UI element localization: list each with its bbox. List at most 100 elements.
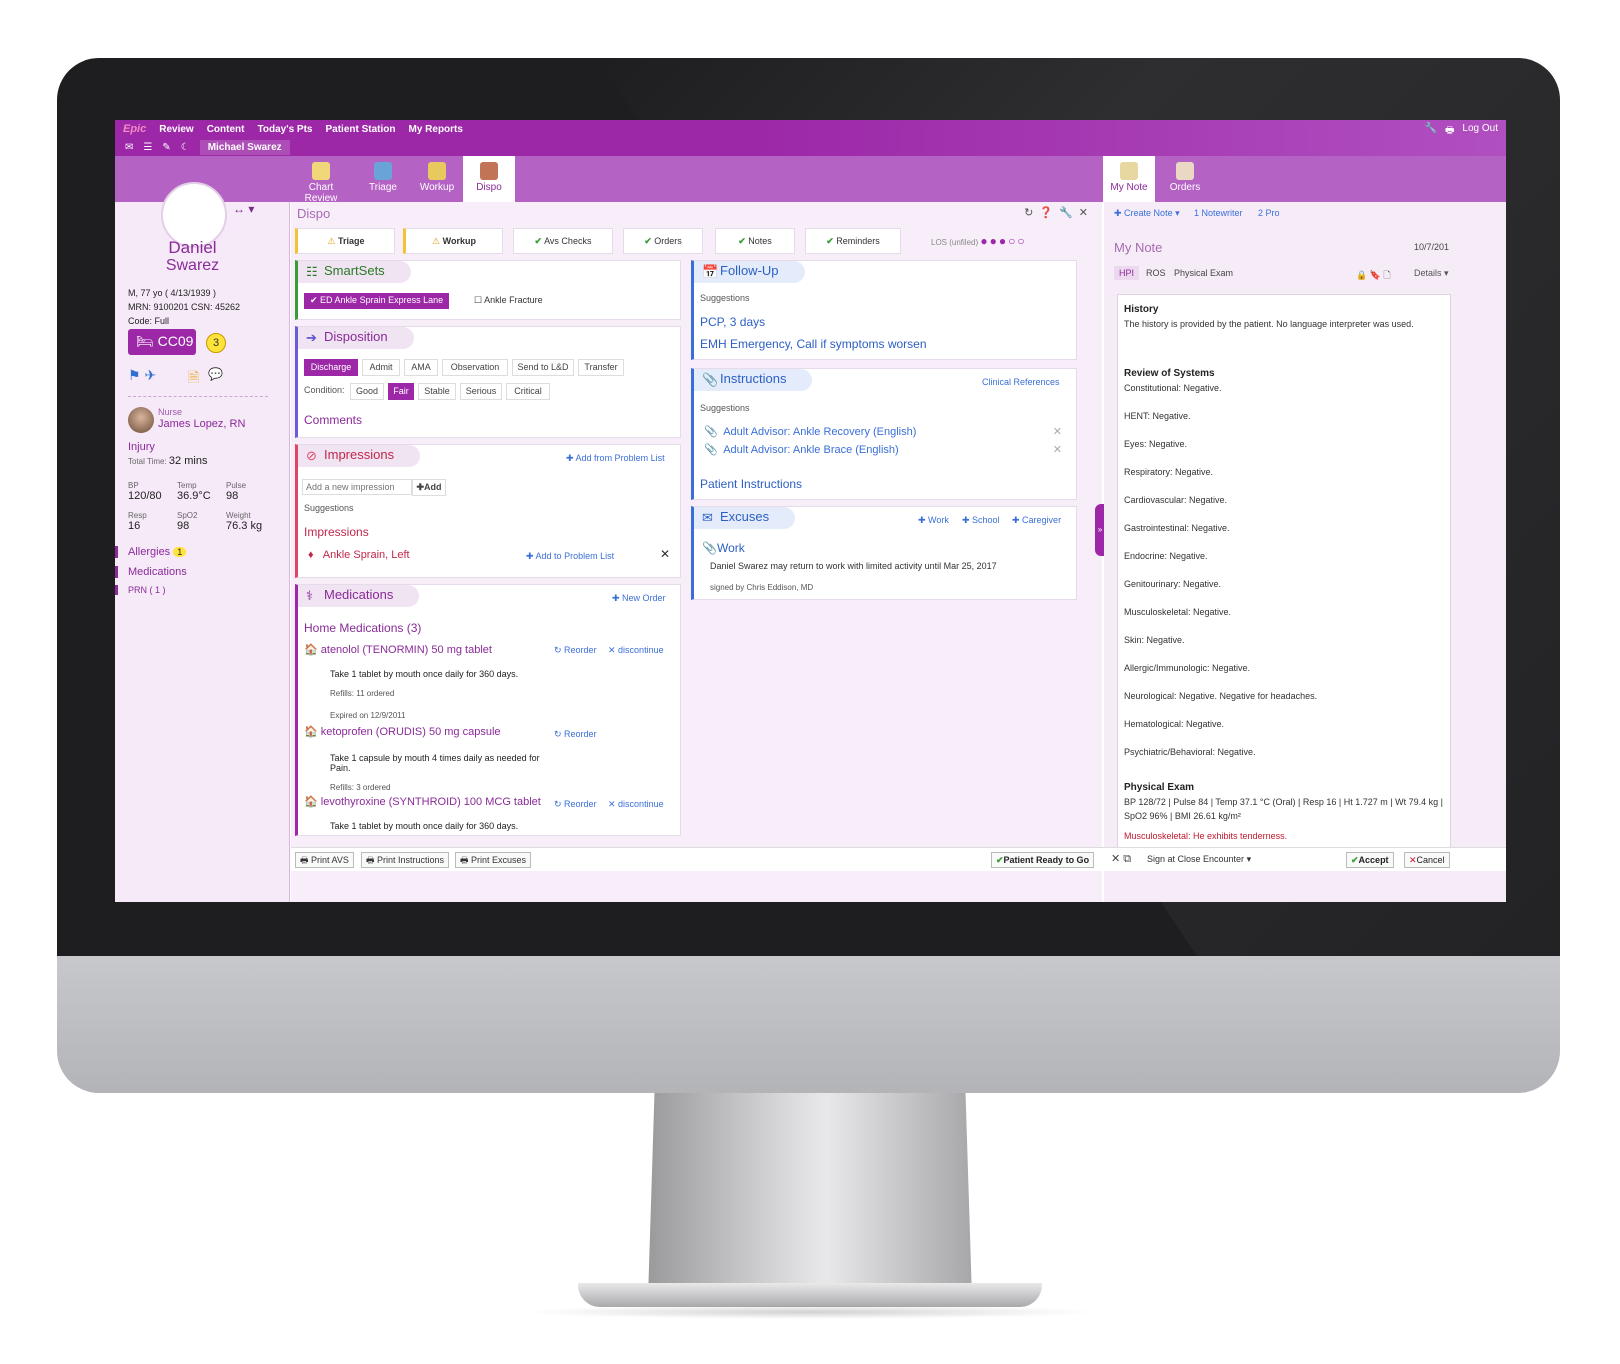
add-caregiver-excuse[interactable]: ✚ Caregiver xyxy=(1012,515,1061,526)
check-workup[interactable]: ⚠ Workup xyxy=(403,228,503,254)
pro-link[interactable]: 2 Pro xyxy=(1258,208,1280,218)
add-to-problem-list[interactable]: ✚ Add to Problem List xyxy=(526,551,614,562)
discontinue-atenolol[interactable]: ✕ discontinue xyxy=(608,645,664,656)
flags-icon[interactable]: ⚑ ✈ xyxy=(128,367,156,384)
epic-logo[interactable]: Epic xyxy=(123,123,146,135)
tab-workup[interactable]: Workup xyxy=(407,156,467,202)
list-icon[interactable]: ☰ xyxy=(143,142,152,153)
check-avs[interactable]: ✔ Avs Checks xyxy=(513,228,613,254)
menu-content[interactable]: Content xyxy=(207,124,245,135)
note-tab-physical-exam[interactable]: Physical Exam xyxy=(1174,268,1233,278)
impression-suggestions[interactable]: Suggestions xyxy=(304,503,354,513)
home-medications-header[interactable]: Home Medications (3) xyxy=(304,621,421,635)
stand-shadow xyxy=(520,1305,1100,1319)
print-avs-button[interactable]: 🖶 Print AVS xyxy=(295,852,354,868)
dispo-send-ld[interactable]: Send to L&D xyxy=(512,359,574,376)
discontinue-levothyroxine[interactable]: ✕ discontinue xyxy=(608,799,664,810)
med-item-ketoprofen[interactable]: 🏠 ketoprofen (ORUDIS) 50 mg capsule xyxy=(304,725,501,738)
condition-fair[interactable]: Fair xyxy=(388,383,414,400)
reorder-ketoprofen[interactable]: ↻ Reorder xyxy=(554,729,597,740)
create-note-link[interactable]: ✚ Create Note ▾ xyxy=(1114,208,1180,219)
dispo-ama[interactable]: AMA xyxy=(404,359,438,376)
mail-icon[interactable]: ✉ xyxy=(125,142,133,153)
followup-suggestions[interactable]: Suggestions xyxy=(700,293,750,303)
impression-input[interactable] xyxy=(302,479,412,495)
dispo-observation[interactable]: Observation xyxy=(442,359,508,376)
room-button[interactable]: 🛏 CC09 xyxy=(128,329,196,355)
ros-line: Neurological: Negative. Negative for hea… xyxy=(1124,691,1318,701)
note-body[interactable]: History The history is provided by the p… xyxy=(1117,294,1451,854)
sidebar-item-prn[interactable]: PRN ( 1 ) xyxy=(115,585,290,595)
smartset-ankle-fracture[interactable]: ☐ Ankle Fracture xyxy=(474,295,543,306)
followup-pcp[interactable]: PCP, 3 days xyxy=(700,315,765,329)
dispo-discharge[interactable]: Discharge xyxy=(304,359,358,376)
patient-tab[interactable]: Michael Swarez xyxy=(199,139,290,155)
tab-dispo[interactable]: Dispo xyxy=(463,156,515,202)
refresh-help-wrench-close-icons[interactable]: ↻❓🔧✕ xyxy=(1024,206,1094,219)
med-item-atenolol[interactable]: 🏠 atenolol (TENORMIN) 50 mg tablet xyxy=(304,643,492,656)
moon-icon[interactable]: ☾ xyxy=(181,142,190,153)
comments-toggle[interactable]: Comments xyxy=(304,413,362,427)
accept-button[interactable]: ✔Accept xyxy=(1346,852,1394,868)
note-details[interactable]: Details ▾ xyxy=(1414,268,1449,279)
followup-panel: 📅 Follow-Up Suggestions PCP, 3 days EMH E… xyxy=(691,260,1077,360)
clinical-references-link[interactable]: Clinical References xyxy=(982,377,1060,387)
edit-icon[interactable]: ✎ xyxy=(162,142,170,153)
menu-patient-station[interactable]: Patient Station xyxy=(325,124,395,135)
navigate-arrows-icon[interactable]: ↔ ▾ xyxy=(233,202,254,216)
dispo-admit[interactable]: Admit xyxy=(362,359,400,376)
condition-stable[interactable]: Stable xyxy=(418,383,456,400)
patient-instructions-toggle[interactable]: Patient Instructions xyxy=(700,477,802,491)
instruction-ankle-brace[interactable]: 📎 Adult Advisor: Ankle Brace (English) xyxy=(704,443,899,456)
sidebar-item-allergies[interactable]: Allergies 1 xyxy=(115,546,290,558)
check-triage[interactable]: ⚠ Triage xyxy=(295,228,395,254)
condition-critical[interactable]: Critical xyxy=(506,383,550,400)
instructions-suggestions[interactable]: Suggestions xyxy=(700,403,750,413)
instruction-ankle-recovery[interactable]: 📎 Adult Advisor: Ankle Recovery (English… xyxy=(704,425,916,438)
condition-good[interactable]: Good xyxy=(350,383,384,400)
note-tab-hpi[interactable]: HPI xyxy=(1114,266,1140,280)
impression-item[interactable]: ♦ Ankle Sprain, Left xyxy=(308,549,410,561)
work-excuse[interactable]: 📎Work xyxy=(702,541,745,555)
esp-icon[interactable]: 💬 xyxy=(208,367,223,381)
note-toolbar-icons[interactable]: 🔒 🔖 🗋 xyxy=(1356,268,1391,284)
sign-at-close-dropdown[interactable]: Sign at Close Encounter ▾ xyxy=(1147,854,1251,865)
new-order-link[interactable]: ✚ New Order xyxy=(612,593,666,604)
remove-instruction-icon[interactable]: ✕ ✕ xyxy=(1053,423,1062,459)
check-orders[interactable]: ✔ Orders xyxy=(623,228,703,254)
smartset-selected[interactable]: ✔ ED Ankle Sprain Express Lane xyxy=(304,293,450,309)
menu-my-reports[interactable]: My Reports xyxy=(409,124,463,135)
dispo-transfer[interactable]: Transfer xyxy=(578,359,624,376)
followup-emh[interactable]: EMH Emergency, Call if symptoms worsen xyxy=(700,337,927,351)
condition-serious[interactable]: Serious xyxy=(460,383,502,400)
note-tab-ros[interactable]: ROS xyxy=(1146,268,1166,278)
tab-my-note[interactable]: My Note xyxy=(1103,156,1155,202)
add-work-excuse[interactable]: ✚ Work xyxy=(918,515,949,526)
logout-link[interactable]: Log Out xyxy=(1462,123,1498,140)
remove-impression-icon[interactable]: ✕ xyxy=(660,547,670,561)
print-instructions-button[interactable]: 🖶 Print Instructions xyxy=(361,852,450,868)
tab-chart-review[interactable]: Chart Review xyxy=(291,156,351,204)
check-notes[interactable]: ✔ Notes xyxy=(715,228,795,254)
add-from-problem-list[interactable]: ✚ Add from Problem List xyxy=(566,453,665,464)
close-copy-icons[interactable]: ✕ ⧉ xyxy=(1111,852,1131,866)
tab-triage[interactable]: Triage xyxy=(353,156,413,202)
check-reminders[interactable]: ✔ Reminders xyxy=(805,228,901,254)
nurse-name[interactable]: James Lopez, RN xyxy=(158,418,268,430)
sidebar-item-medications[interactable]: Medications xyxy=(115,566,290,578)
notewriter-link[interactable]: 1 Notewriter xyxy=(1194,208,1243,218)
cancel-button[interactable]: ✕Cancel xyxy=(1404,852,1450,868)
med-item-levothyroxine[interactable]: 🏠 levothyroxine (SYNTHROID) 100 MCG tabl… xyxy=(304,795,541,808)
wrench-icon[interactable]: 🔧 xyxy=(1425,123,1437,140)
print-icon[interactable]: 🖶 xyxy=(1445,123,1454,140)
patient-ready-button[interactable]: ✔Patient Ready to Go xyxy=(991,852,1095,868)
sticky-note-icon[interactable]: 🗎 xyxy=(188,367,199,391)
add-impression-button[interactable]: ✚Add xyxy=(412,479,446,496)
menu-todays-pts[interactable]: Today's Pts xyxy=(257,124,312,135)
reorder-atenolol[interactable]: ↻ Reorder xyxy=(554,645,597,656)
tab-orders[interactable]: Orders xyxy=(1159,156,1211,202)
print-excuses-button[interactable]: 🖶 Print Excuses xyxy=(455,852,532,868)
reorder-levothyroxine[interactable]: ↻ Reorder xyxy=(554,799,597,810)
add-school-excuse[interactable]: ✚ School xyxy=(962,515,1000,526)
menu-review[interactable]: Review xyxy=(159,124,193,135)
